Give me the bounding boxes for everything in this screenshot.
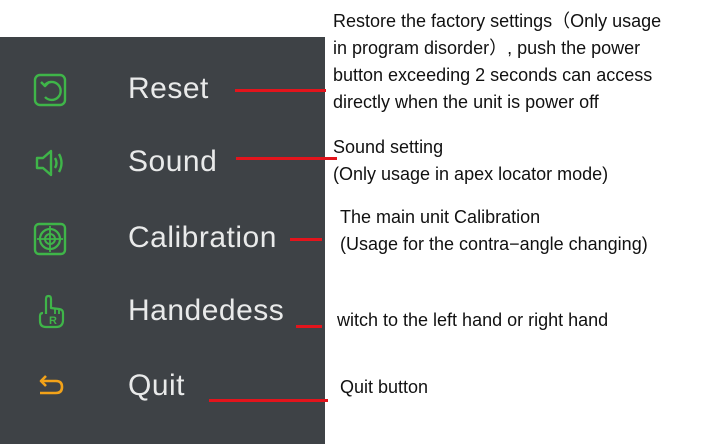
menu-item-sound[interactable]: Sound [0,138,325,188]
target-icon [32,221,68,257]
quit-leader-line [209,399,328,402]
menu-item-calibration[interactable]: Calibration [0,214,325,264]
menu-item-quit[interactable]: Quit [0,362,325,412]
reset-note-line-3: button exceeding 2 seconds can access [333,65,653,85]
reset-annotation: Restore the factory settings（Only usage … [333,8,661,116]
hand-icon: R [32,294,68,330]
menu-label-quit: Quit [128,369,186,402]
handedness-note-line-1: witch to the left hand or right hand [337,310,609,330]
menu-item-handedness[interactable]: R Handedess [0,287,325,337]
device-menu-panel: Reset Sound Calibration R Handedess Quit [0,37,325,444]
calibration-leader-line [290,238,322,241]
calibration-annotation: The main unit Calibration (Usage for the… [340,204,648,258]
reset-leader-line [235,89,326,92]
speaker-icon [32,145,68,181]
sound-note-line-1: Sound setting [333,137,444,157]
reset-note-line-2: in program disorder）, push the power [333,38,641,58]
back-arrow-icon [32,369,68,405]
menu-label-reset: Reset [128,72,209,105]
svg-text:R: R [49,315,57,327]
handedness-annotation: witch to the left hand or right hand [337,307,608,334]
sound-note-line-2: (Only usage in apex locator mode) [333,164,609,184]
quit-annotation: Quit button [340,374,428,401]
reset-note-line-1: Restore the factory settings（Only usage [333,11,662,31]
reset-icon [32,72,68,108]
reset-note-line-4: directly when the unit is power off [333,92,599,112]
sound-leader-line [236,157,337,160]
menu-label-handedness: Handedess [128,294,285,327]
quit-note-line-1: Quit button [340,377,429,397]
menu-label-calibration: Calibration [128,221,277,254]
handedness-leader-line [296,325,322,328]
calibration-note-line-1: The main unit Calibration [340,207,541,227]
calibration-note-line-2: (Usage for the contra−angle changing) [340,234,648,254]
sound-annotation: Sound setting (Only usage in apex locato… [333,134,608,188]
menu-label-sound: Sound [128,145,218,178]
